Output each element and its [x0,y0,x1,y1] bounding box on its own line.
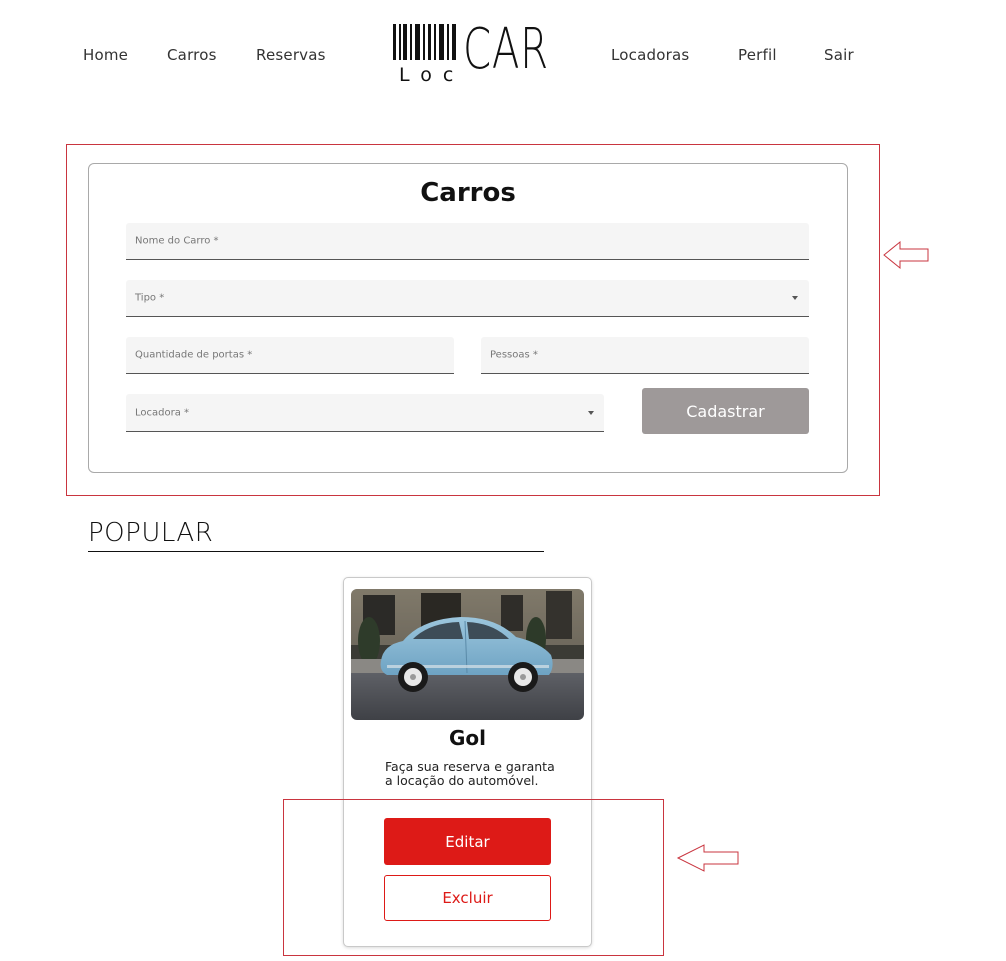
popular-divider [88,551,544,552]
nav-carros-link[interactable]: Carros [167,46,217,64]
car-photo [351,589,584,720]
form-title: Carros [420,178,516,208]
rental-company-label: Locadora * [135,407,190,418]
nav-sair-link[interactable]: Sair [824,46,854,64]
people-label: Pessoas * [490,349,538,361]
doors-quantity-label: Quantidade de portas * [135,349,253,361]
logo-loc-text: Loc [399,64,465,86]
edit-button[interactable]: Editar [384,818,551,865]
delete-button[interactable]: Excluir [384,875,551,921]
left-arrow-annotation-icon [676,844,739,872]
dropdown-caret-icon [588,410,594,415]
car-name: Gol [448,726,486,750]
car-description: Faça sua reserva e garanta a locação do … [385,759,555,788]
nav-locadoras-link[interactable]: Locadoras [611,46,689,64]
people-input[interactable]: Pessoas * [481,337,809,374]
doors-quantity-input[interactable]: Quantidade de portas * [126,337,454,374]
logo-car-text: CAR [463,17,549,82]
left-arrow-annotation-icon [883,240,929,270]
popular-section-title: POPULAR [88,518,214,548]
register-button[interactable]: Cadastrar [642,388,809,434]
dropdown-caret-icon [792,296,798,300]
type-label: Tipo * [135,292,165,304]
type-select[interactable]: Tipo * [126,280,809,317]
rental-company-select[interactable]: Locadora * [126,394,604,432]
nav-perfil-link[interactable]: Perfil [738,46,777,64]
nav-home-link[interactable]: Home [83,46,128,64]
barcode-icon [393,24,459,60]
loccar-logo[interactable]: Loc CAR [393,18,548,86]
car-name-input[interactable]: Nome do Carro * [126,223,809,260]
nav-reservas-link[interactable]: Reservas [256,46,326,64]
car-name-label: Nome do Carro * [135,235,219,247]
